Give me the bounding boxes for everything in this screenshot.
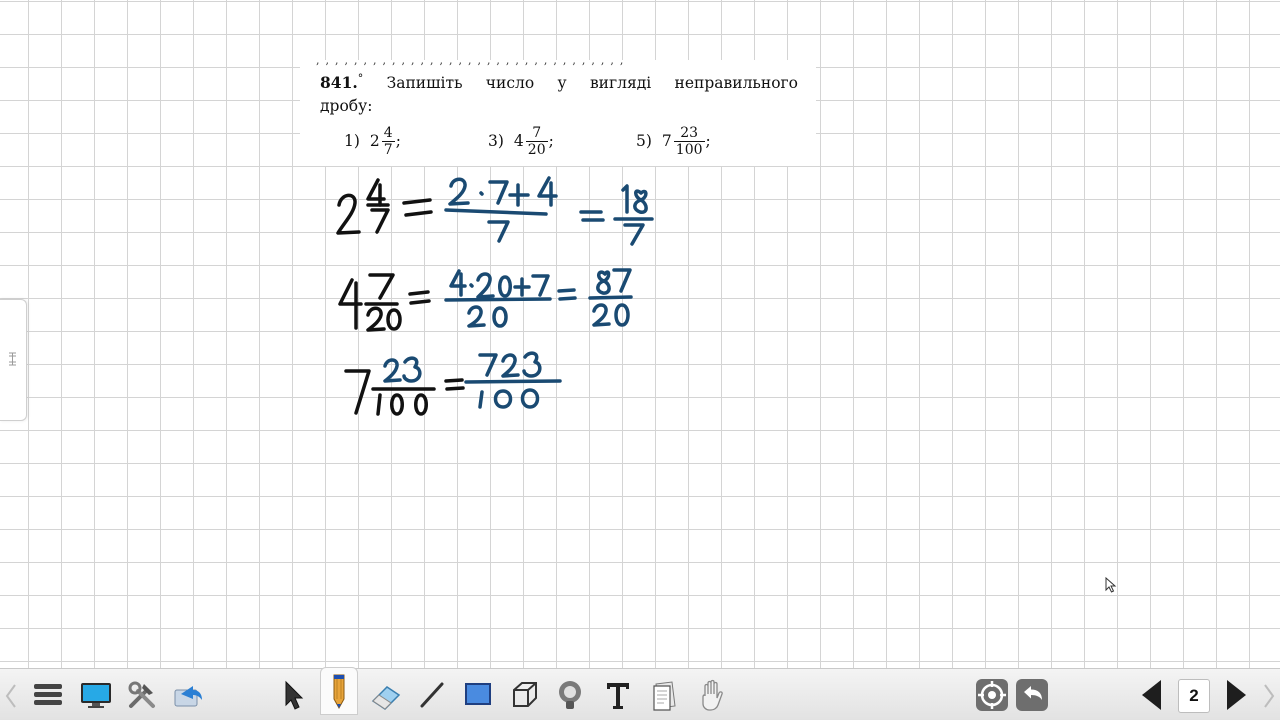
grip-icon xyxy=(9,352,16,366)
eraser-icon xyxy=(371,686,401,710)
hand-tool-button[interactable] xyxy=(694,677,730,713)
item-suffix: ; xyxy=(548,132,554,150)
tools-icon xyxy=(128,681,155,708)
item-fraction: 7 20 xyxy=(525,124,548,158)
page-icon xyxy=(653,681,676,711)
handwritten-line-3 xyxy=(344,351,562,416)
item-fraction: 23 100 xyxy=(673,124,705,158)
tools-button[interactable] xyxy=(124,677,160,713)
exercise-number: 841. xyxy=(320,73,358,92)
3d-shape-tool-button[interactable] xyxy=(506,677,542,713)
page-number: 2 xyxy=(1189,686,1199,705)
line1-mixed-number xyxy=(336,178,433,235)
toolbar-scroll-right-icon[interactable] xyxy=(1262,683,1276,709)
display-icon xyxy=(81,683,111,708)
undo-icon xyxy=(1016,679,1048,711)
handwritten-line-1 xyxy=(336,176,654,246)
item-index: 3) xyxy=(488,132,504,150)
menu-button[interactable] xyxy=(30,677,66,713)
pencil-icon xyxy=(333,674,345,710)
cube-icon xyxy=(513,682,537,707)
hand-icon xyxy=(702,679,723,711)
share-icon xyxy=(174,686,202,707)
mouse-cursor-icon xyxy=(1105,577,1117,593)
item-numerator: 7 xyxy=(532,124,542,141)
target-button[interactable] xyxy=(974,677,1010,713)
target-icon xyxy=(976,679,1008,711)
exercise-text-line1: Запишіть число у вигляді неправильного xyxy=(386,74,798,92)
rectangle-tool-button[interactable] xyxy=(460,677,496,713)
item-denominator: 7 xyxy=(381,140,395,158)
item-whole: 7 xyxy=(661,132,672,150)
side-drawer-handle[interactable] xyxy=(0,299,27,421)
textbook-excerpt: ,,,,,,,,,,,,,,,,,,,,,,,,,,,,,,,,, 841.° … xyxy=(300,60,816,166)
pointer-icon xyxy=(285,680,304,710)
display-button[interactable] xyxy=(78,677,114,713)
pointer-tool-button[interactable] xyxy=(276,677,312,713)
page-tool-button[interactable] xyxy=(648,677,684,713)
spotlight-icon xyxy=(559,681,581,709)
line3-handwritten-numbers xyxy=(383,351,562,409)
item-whole: 4 xyxy=(513,132,524,150)
item-suffix: ; xyxy=(705,132,711,150)
text-icon xyxy=(607,683,629,709)
item-index: 1) xyxy=(344,132,360,150)
cropped-previous-line: ,,,,,,,,,,,,,,,,,,,,,,,,,,,,,,,,, xyxy=(316,60,796,66)
item-denominator: 100 xyxy=(673,140,705,158)
item-denominator: 20 xyxy=(525,140,548,158)
exercise-text-line2: дробу: xyxy=(320,97,373,115)
exercise-item-5: 5) 7 23 100 ; xyxy=(636,118,711,164)
line-tool-button[interactable] xyxy=(414,677,450,713)
pencil-tool-button[interactable] xyxy=(320,667,358,715)
exercise-marker: ° xyxy=(357,71,364,85)
item-numerator: 4 xyxy=(383,124,393,141)
previous-page-button[interactable] xyxy=(1134,677,1170,713)
share-button[interactable] xyxy=(170,677,206,713)
next-page-button[interactable] xyxy=(1218,677,1254,713)
line2-mixed-number xyxy=(338,273,431,332)
item-suffix: ; xyxy=(395,132,401,150)
handwritten-line-2 xyxy=(338,268,633,332)
line-icon xyxy=(420,682,444,708)
rectangle-icon xyxy=(465,683,491,705)
undo-button[interactable] xyxy=(1014,677,1050,713)
text-tool-button[interactable] xyxy=(600,677,636,713)
line1-solution xyxy=(444,176,654,246)
item-numerator: 23 xyxy=(680,124,699,141)
eraser-tool-button[interactable] xyxy=(368,677,404,713)
item-whole: 2 xyxy=(369,132,380,150)
spotlight-tool-button[interactable] xyxy=(552,677,588,713)
exercise-item-1: 1) 2 4 7 ; xyxy=(344,118,401,164)
page-number-indicator[interactable]: 2 xyxy=(1178,679,1210,713)
triangle-left-icon xyxy=(1142,680,1161,710)
toolbar-scroll-left-icon[interactable] xyxy=(4,683,18,709)
item-index: 5) xyxy=(636,132,652,150)
exercise-item-3: 3) 4 7 20 ; xyxy=(488,118,554,164)
bottom-toolbar: 2 xyxy=(0,667,1280,720)
triangle-right-icon xyxy=(1227,680,1246,710)
menu-icon xyxy=(34,684,62,705)
line2-solution xyxy=(444,268,633,328)
item-fraction: 4 7 xyxy=(381,124,395,158)
exercise-statement: 841.° Запишіть число у вигляді неправиль… xyxy=(320,72,798,94)
